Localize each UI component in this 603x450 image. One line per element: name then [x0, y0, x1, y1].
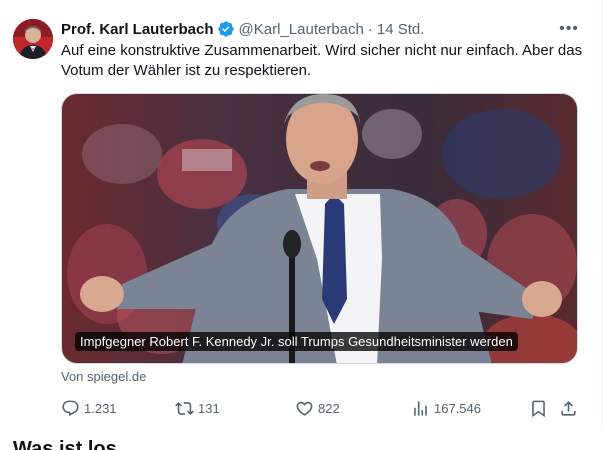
- speaker-photo: [62, 94, 577, 363]
- link-card-image[interactable]: Impfgegner Robert F. Kennedy Jr. soll Tr…: [61, 93, 578, 364]
- share-icon: [561, 400, 576, 416]
- reply-count: 1.231: [84, 400, 117, 416]
- reply-button[interactable]: 1.231: [61, 396, 117, 420]
- like-button[interactable]: 822: [295, 396, 340, 420]
- repost-icon: [175, 401, 194, 415]
- author-name[interactable]: Prof. Karl Lauterbach: [61, 21, 214, 38]
- like-count: 822: [318, 400, 340, 416]
- more-options-button[interactable]: •••: [558, 21, 580, 37]
- views-button[interactable]: 167.546: [411, 396, 481, 420]
- tweet-text: Auf eine konstruktive Zusammenarbeit. Wi…: [61, 42, 583, 79]
- link-source[interactable]: Von spiegel.de: [61, 369, 146, 384]
- repost-count: 131: [198, 400, 220, 416]
- author-handle[interactable]: @Karl_Lauterbach: [239, 21, 364, 38]
- separator-dot: ·: [367, 20, 373, 38]
- bookmark-icon: [532, 400, 545, 417]
- media-caption: Impfgegner Robert F. Kennedy Jr. soll Tr…: [75, 332, 518, 351]
- more-dots-icon: •••: [559, 20, 579, 37]
- views-count: 167.546: [434, 400, 481, 416]
- repost-button[interactable]: 131: [175, 396, 220, 420]
- tweet[interactable]: Prof. Karl Lauterbach @Karl_Lauterbach ·…: [0, 0, 603, 430]
- share-button[interactable]: [559, 396, 578, 420]
- bookmark-button[interactable]: [529, 396, 548, 420]
- avatar[interactable]: [13, 19, 53, 59]
- heart-icon: [296, 401, 313, 416]
- reply-icon: [62, 400, 79, 416]
- section-heading: Was ist los: [13, 438, 117, 450]
- tweet-header: Prof. Karl Lauterbach @Karl_Lauterbach ·…: [61, 19, 424, 39]
- analytics-icon: [414, 400, 427, 416]
- timestamp[interactable]: 14 Std.: [377, 21, 425, 38]
- tweet-actions: 1.231 131 822 167.546: [61, 396, 583, 420]
- verified-badge-icon: [217, 21, 234, 37]
